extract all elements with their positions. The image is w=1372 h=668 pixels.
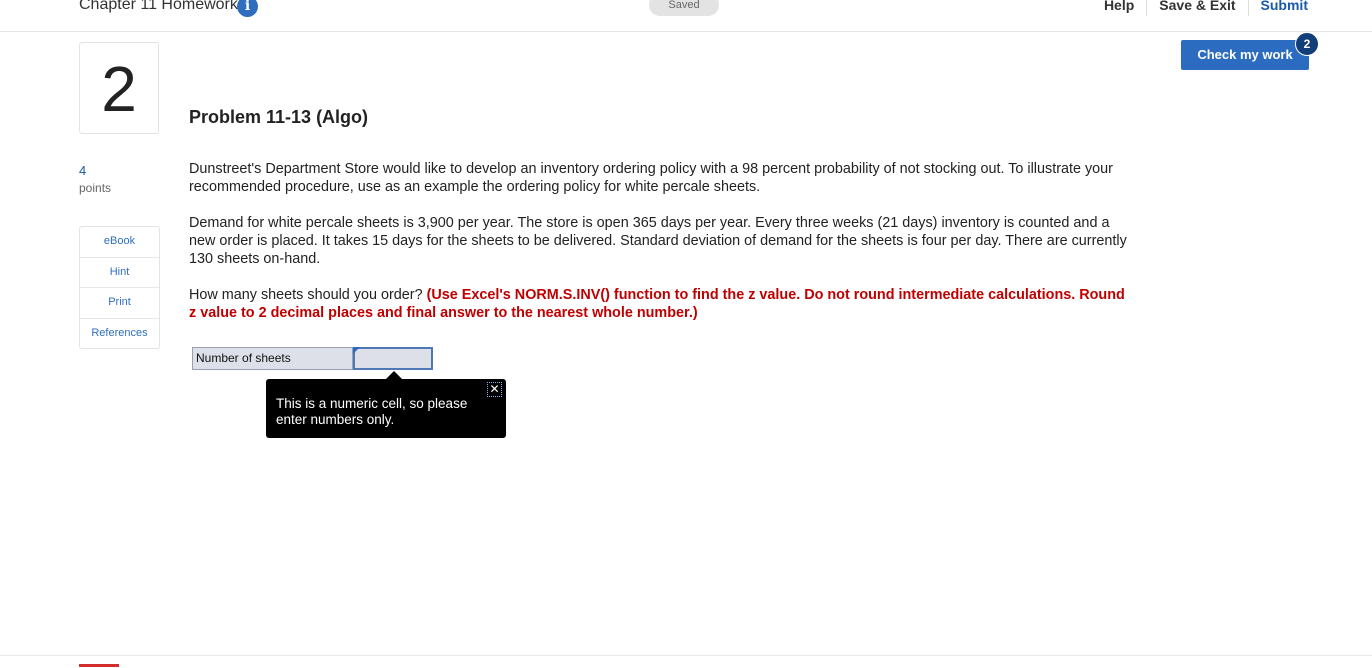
flag-icon <box>353 347 360 354</box>
references-button[interactable]: References <box>80 319 159 349</box>
ebook-button[interactable]: eBook <box>80 227 159 258</box>
top-bar: Chapter 11 Homework i Saved Help Save & … <box>0 0 1372 32</box>
close-icon[interactable]: ✕ <box>487 382 502 397</box>
print-button[interactable]: Print <box>80 288 159 319</box>
tooltip-message: This is a numeric cell, so please enter … <box>276 396 468 427</box>
saved-status-badge: Saved <box>649 0 719 16</box>
problem-paragraph-1: Dunstreet's Department Store would like … <box>189 161 1113 195</box>
answer-label: Number of sheets <box>192 347 353 370</box>
check-my-work-button[interactable]: Check my work <box>1181 40 1309 70</box>
hint-button[interactable]: Hint <box>80 258 159 288</box>
check-count-badge: 2 <box>1295 32 1319 56</box>
info-icon[interactable]: i <box>237 0 258 17</box>
question-tools: eBook Hint Print References <box>79 226 160 349</box>
assignment-title: Chapter 11 Homework <box>79 0 238 13</box>
numeric-cell-tooltip: This is a numeric cell, so please enter … <box>266 379 506 438</box>
number-of-sheets-input[interactable] <box>353 347 433 370</box>
points-value: 4 <box>79 163 87 178</box>
question-number: 2 <box>79 42 159 134</box>
problem-question: How many sheets should you order? (Use E… <box>189 286 1134 322</box>
problem-title: Problem 11-13 (Algo) <box>189 107 369 127</box>
submit-link[interactable]: Submit <box>1247 0 1308 16</box>
help-link[interactable]: Help <box>1092 0 1146 16</box>
header-links: Help Save & Exit Submit <box>1092 0 1308 16</box>
bottom-progress-indicator <box>79 664 119 667</box>
points-label: points <box>79 181 112 195</box>
question-text: How many sheets should you order? <box>189 287 423 303</box>
save-exit-link[interactable]: Save & Exit <box>1146 0 1247 16</box>
problem-paragraph-2: Demand for white percale sheets is 3,900… <box>189 215 1127 267</box>
bottom-divider <box>0 655 1372 656</box>
